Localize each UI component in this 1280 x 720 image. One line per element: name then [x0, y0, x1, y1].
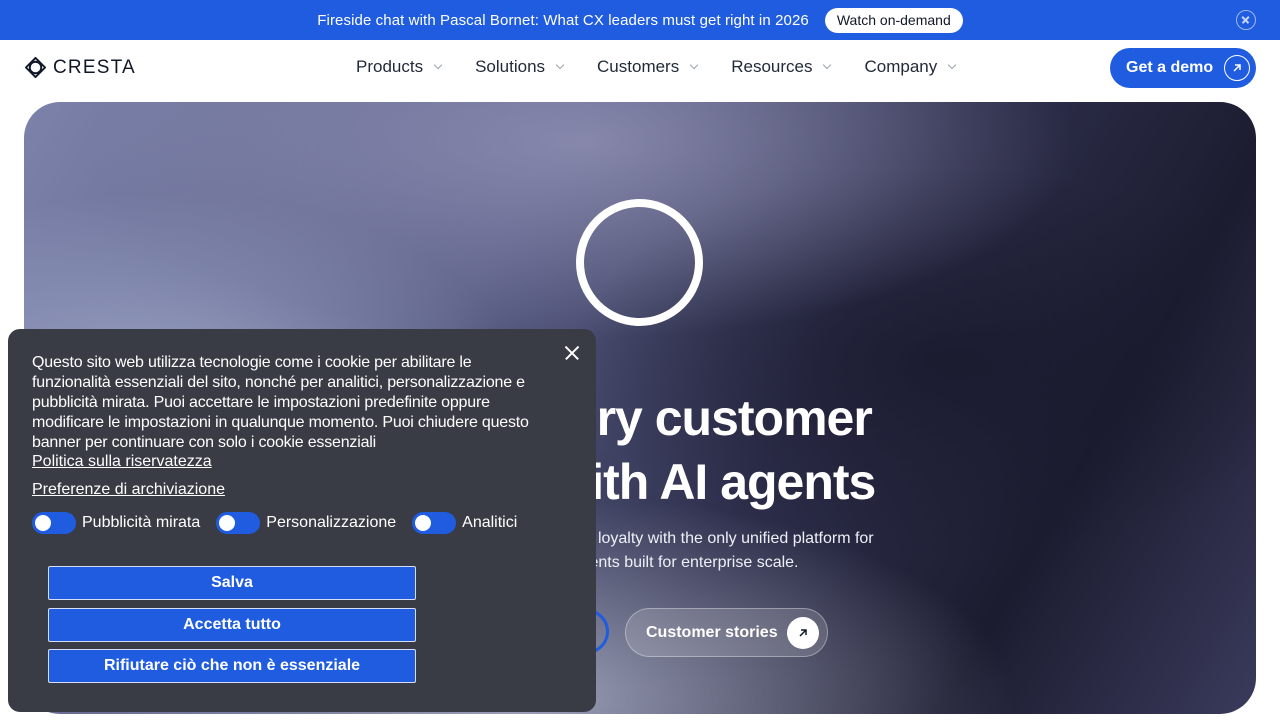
personalization-switch[interactable]	[216, 512, 261, 534]
privacy-policy-link[interactable]: Politica sulla riservatezza	[32, 453, 212, 471]
cookie-description: Questo sito web utilizza tecnologie come…	[32, 354, 529, 451]
nav-item-label: Customers	[597, 57, 680, 76]
logo-wordmark: CRESTA	[53, 56, 136, 78]
nav-item-customers[interactable]: Customers	[597, 57, 699, 77]
toggle-label: Personalizzazione	[266, 514, 397, 531]
reject-nonessential-button[interactable]: Rifiutare ciò che non è essenziale	[48, 649, 416, 683]
toggle-personalization: Personalizzazione	[216, 512, 396, 534]
chevron-down-icon	[689, 60, 699, 70]
watch-on-demand-button[interactable]: Watch on-demand	[824, 7, 963, 33]
get-a-demo-label: Get a demo	[1126, 59, 1214, 76]
customer-stories-button[interactable]: Customer stories	[625, 608, 828, 657]
toggle-label: Pubblicità mirata	[82, 514, 201, 531]
announcement-bar: Fireside chat with Pascal Bornet: What C…	[0, 0, 1280, 40]
loading-ring-icon	[576, 199, 703, 326]
cookie-toggles: Pubblicità mirata Personalizzazione Anal…	[32, 512, 533, 534]
toggle-label: Analitici	[462, 514, 518, 531]
customer-stories-label: Customer stories	[646, 623, 778, 641]
close-icon[interactable]	[1236, 10, 1256, 30]
toggle-targeted-ads: Pubblicità mirata	[32, 512, 200, 534]
nav-item-label: Products	[356, 57, 424, 76]
nav-menu: Products Solutions Customers Resources C…	[356, 57, 989, 77]
nav-item-label: Resources	[731, 57, 813, 76]
chevron-down-icon	[433, 60, 443, 70]
close-icon[interactable]	[562, 343, 582, 363]
get-a-demo-button[interactable]: Get a demo	[1110, 48, 1256, 88]
toggle-analytics: Analitici	[412, 512, 517, 534]
top-navigation: CRESTA Products Solutions Customers Reso…	[0, 40, 1280, 102]
arrow-up-right-icon	[787, 617, 819, 649]
save-button[interactable]: Salva	[48, 566, 416, 600]
analytics-switch[interactable]	[412, 512, 457, 534]
nav-item-label: Solutions	[475, 57, 546, 76]
nav-item-label: Company	[864, 57, 938, 76]
cookie-consent-banner: Questo sito web utilizza tecnologie come…	[8, 329, 596, 712]
accept-all-button[interactable]: Accetta tutto	[48, 608, 416, 642]
logo[interactable]: CRESTA	[24, 56, 136, 79]
nav-item-resources[interactable]: Resources	[731, 57, 832, 77]
arrow-up-right-icon	[1224, 55, 1250, 81]
announcement-text: Fireside chat with Pascal Bornet: What C…	[317, 11, 809, 29]
nav-item-products[interactable]: Products	[356, 57, 443, 77]
nav-item-solutions[interactable]: Solutions	[475, 57, 565, 77]
chevron-down-icon	[555, 60, 565, 70]
storage-preferences-link[interactable]: Preferenze di archiviazione	[32, 481, 225, 499]
targeted-ads-switch[interactable]	[32, 512, 76, 534]
chevron-down-icon	[823, 60, 832, 70]
chevron-down-icon	[948, 60, 957, 70]
nav-item-company[interactable]: Company	[864, 57, 957, 77]
cresta-logo-icon	[24, 56, 47, 79]
